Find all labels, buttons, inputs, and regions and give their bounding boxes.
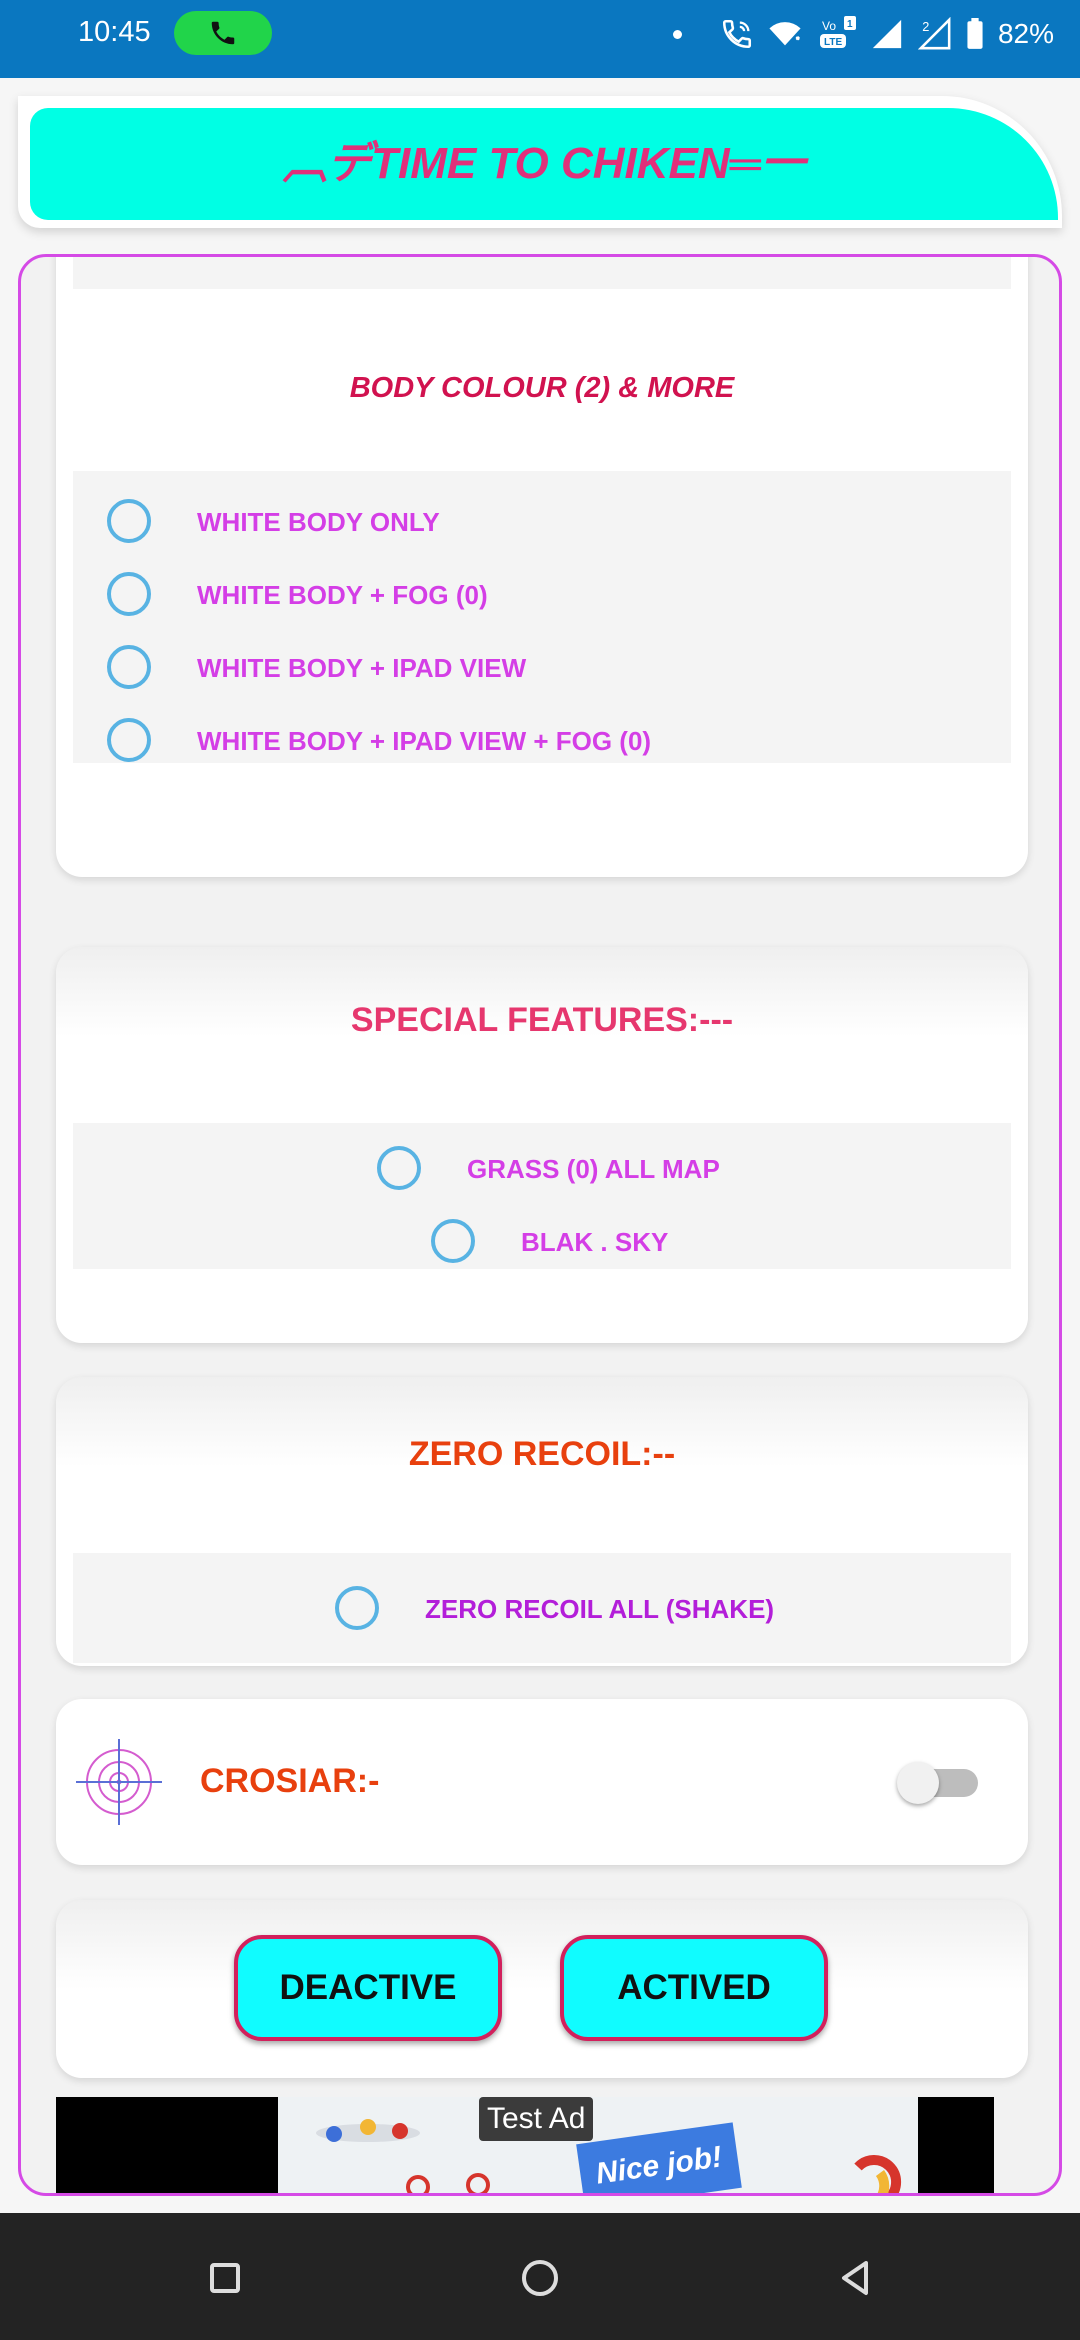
option-label: ZERO RECOIL ALL (SHAKE) [425, 1594, 775, 1624]
status-time: 10:45 [78, 16, 151, 48]
crosshair-icon [76, 1739, 162, 1825]
radio-button[interactable] [107, 499, 151, 543]
system-navigation-bar [0, 2213, 1080, 2340]
option-label: WHITE BODY + IPAD VIEW [197, 653, 527, 683]
radio-button[interactable] [107, 645, 151, 689]
radio-button[interactable] [431, 1219, 475, 1263]
wifi-icon [769, 22, 801, 46]
test-ad-label: Test Ad [479, 2097, 594, 2141]
battery-icon [967, 18, 983, 49]
deactive-button[interactable]: DEACTIVE [234, 1935, 502, 2041]
zero-recoil-title: ZERO RECOIL:-- [408, 1435, 676, 1473]
option-label: GRASS (0) ALL MAP [467, 1154, 720, 1184]
option-label: BLAK . SKY [521, 1227, 669, 1257]
previous-options-box [73, 257, 1011, 289]
actions-card: DEACTIVE ACTIVED [56, 1900, 1028, 2078]
svg-text:Vo: Vo [822, 19, 836, 33]
home-circle-icon[interactable] [515, 2253, 565, 2303]
body-colour-title: BODY COLOUR (2) & MORE [349, 372, 735, 404]
svg-text:LTE: LTE [824, 37, 842, 48]
svg-text:1: 1 [847, 19, 853, 30]
option-label: WHITE BODY + IPAD VIEW + FOG (0) [197, 726, 652, 756]
phone-icon [211, 21, 235, 45]
radio-button[interactable] [107, 572, 151, 616]
page-title: ︹デTIME TO CHIKEN═一 [283, 139, 805, 188]
crosshair-card: CROSIAR:- [56, 1699, 1028, 1865]
radio-button[interactable] [107, 718, 151, 762]
status-icons: Vo LTE 1 2 82% [672, 12, 1054, 56]
recents-square-icon[interactable] [200, 2253, 250, 2303]
crosiar-label: CROSIAR:- [200, 1762, 380, 1800]
special-features-title: SPECIAL FEATURES:--- [350, 1001, 734, 1039]
signal-sim1-icon [872, 19, 902, 49]
toggle-thumb[interactable] [897, 1762, 939, 1804]
radio-button[interactable] [377, 1146, 421, 1190]
ad-black-right [918, 2097, 994, 2193]
body-colour-card: BODY COLOUR (2) & MORE WHITE BODY ONLY W… [56, 257, 1028, 877]
zero-recoil-card: ZERO RECOIL:-- ZERO RECOIL ALL (SHAKE) [56, 1377, 1028, 1666]
battery-percent: 82% [997, 18, 1054, 49]
ongoing-call-pill[interactable] [174, 11, 272, 55]
radio-button[interactable] [335, 1586, 379, 1630]
special-features-options: GRASS (0) ALL MAP BLAK . SKY [73, 1123, 1011, 1269]
volte-icon: Vo LTE 1 [819, 16, 856, 48]
wifi-calling-icon [722, 19, 751, 49]
ad-black-left [56, 2097, 278, 2193]
option-label: WHITE BODY ONLY [197, 507, 440, 537]
svg-text:2: 2 [922, 19, 929, 34]
option-label: WHITE BODY + FOG (0) [197, 580, 488, 610]
status-bar: 10:45 Vo LTE 1 2 82% [0, 0, 1080, 78]
actived-button[interactable]: ACTIVED [560, 1935, 828, 2041]
special-features-card: SPECIAL FEATURES:--- GRASS (0) ALL MAP B… [56, 947, 1028, 1343]
settings-panel[interactable]: BODY COLOUR (2) & MORE WHITE BODY ONLY W… [18, 254, 1062, 2196]
signal-sim2-icon: 2 [917, 17, 951, 50]
zero-recoil-options: ZERO RECOIL ALL (SHAKE) [73, 1553, 1011, 1663]
back-triangle-icon[interactable] [830, 2253, 880, 2303]
body-colour-options: WHITE BODY ONLY WHITE BODY + FOG (0) WHI… [73, 471, 1011, 763]
notification-dot-icon [672, 29, 682, 39]
